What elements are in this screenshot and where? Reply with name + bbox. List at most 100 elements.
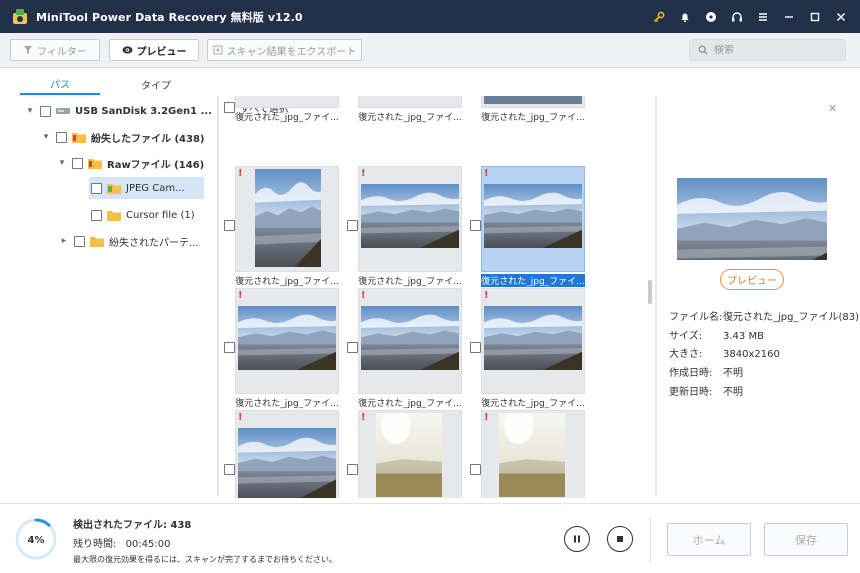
preview-panel: ✕ プレビュー ファイル名:復元された_jpg_ファイル(83) サイズ: 3.4… <box>657 96 859 498</box>
info-value: 復元された_jpg_ファイル(83) <box>723 312 860 323</box>
stop-button[interactable] <box>607 526 633 552</box>
search-box[interactable] <box>689 39 846 61</box>
file-checkbox[interactable] <box>347 342 358 353</box>
remaining-label: 残り時間: <box>73 539 117 550</box>
jpeg-folder-icon <box>107 183 121 194</box>
file-thumbnail <box>255 169 321 267</box>
file-name: 復元された_jpg_ファイ... <box>235 113 339 123</box>
maximize-icon[interactable] <box>802 0 828 33</box>
tree-label: 紛失されたパーテ... <box>109 237 199 249</box>
file-checkbox[interactable] <box>470 464 481 475</box>
info-key: サイズ: <box>669 331 703 342</box>
file-checkbox[interactable] <box>347 464 358 475</box>
file-thumbnail <box>484 96 582 104</box>
file-thumbnail <box>361 184 459 248</box>
file-name: 復元された_jpg_ファイ... <box>481 399 585 409</box>
pause-icon <box>574 535 580 543</box>
info-created: 作成日時: 不明 <box>669 364 743 379</box>
menu-icon[interactable] <box>750 0 776 33</box>
tree-checkbox[interactable] <box>72 157 83 169</box>
tree-checkbox[interactable] <box>91 182 102 194</box>
tree-checkbox[interactable] <box>91 209 102 221</box>
file-thumbnail <box>484 184 582 248</box>
chevron-down-icon[interactable]: ▾ <box>57 158 67 168</box>
tab-type[interactable]: タイプ <box>116 73 196 95</box>
tree-item-usb-drive[interactable]: ▾ USB SanDisk 3.2Gen1 ... <box>25 100 212 122</box>
tree-checkbox[interactable] <box>74 235 85 247</box>
info-value: 不明 <box>723 368 743 379</box>
grid-scrollbar[interactable] <box>648 280 652 304</box>
tree-item-jpeg-camera[interactable]: JPEG Cam... <box>89 177 204 199</box>
pause-button[interactable] <box>564 526 590 552</box>
file-checkbox[interactable] <box>224 220 235 231</box>
export-scan-button[interactable]: スキャン結果をエクスポート <box>207 39 362 61</box>
search-input[interactable] <box>714 44 834 56</box>
file-thumbnail <box>376 413 442 497</box>
close-icon[interactable] <box>828 0 854 33</box>
select-all-checkbox[interactable] <box>224 102 235 113</box>
disc-icon[interactable] <box>698 0 724 33</box>
search-icon <box>698 45 708 55</box>
tree-label: USB SanDisk 3.2Gen1 ... <box>75 105 212 117</box>
filter-icon <box>24 46 33 54</box>
tree-item-cursor-file[interactable]: Cursor file (1) <box>91 204 195 226</box>
file-thumbnail <box>238 306 336 370</box>
warning-icon: ! <box>238 290 243 301</box>
file-thumbnail <box>238 96 336 104</box>
info-value: 不明 <box>723 387 743 398</box>
folder-tree-panel: パス タイプ ▾ USB SanDisk 3.2Gen1 ... ▾ 紛失したフ… <box>10 73 217 498</box>
info-modified: 更新日時: 不明 <box>669 383 743 398</box>
file-name: 復元された_jpg_ファイ... <box>235 277 339 287</box>
minimize-icon[interactable] <box>776 0 802 33</box>
progress-ring: 4% <box>15 518 57 560</box>
bell-icon[interactable] <box>672 0 698 33</box>
warning-icon: ! <box>238 412 243 423</box>
close-preview-icon[interactable]: ✕ <box>828 102 837 115</box>
scan-note: 最大限の復元効果を得るには、スキャンが完了するまでお待ちください。 <box>73 555 337 564</box>
file-checkbox[interactable] <box>224 464 235 475</box>
key-icon[interactable] <box>646 0 672 33</box>
file-checkbox[interactable] <box>224 342 235 353</box>
tree-tabs: パス タイプ <box>20 73 204 95</box>
found-label: 検出されたファイル: <box>73 520 167 531</box>
preview-toolbar-label: プレビュー <box>136 46 187 58</box>
folder-icon <box>90 236 104 247</box>
info-key: ファイル名: <box>669 312 723 323</box>
file-checkbox[interactable] <box>470 342 481 353</box>
warning-icon: ! <box>484 412 489 423</box>
chevron-right-icon[interactable]: ▸ <box>59 236 69 246</box>
warning-icon: ! <box>484 290 489 301</box>
chevron-down-icon[interactable]: ▾ <box>41 132 51 142</box>
info-size: サイズ: 3.43 MB <box>669 327 764 342</box>
info-dimensions: 大きさ: 3840x2160 <box>669 345 780 360</box>
file-name: 復元された_jpg_ファイ... <box>481 274 585 287</box>
file-checkbox[interactable] <box>470 220 481 231</box>
file-name: 復元された_jpg_ファイ... <box>358 277 462 287</box>
preview-toolbar-button[interactable]: プレビュー <box>109 39 199 61</box>
filter-button[interactable]: フィルター <box>10 39 100 61</box>
tree-checkbox[interactable] <box>40 105 51 117</box>
divider <box>650 518 651 562</box>
warning-icon: ! <box>238 168 243 179</box>
tab-path[interactable]: パス <box>20 73 100 95</box>
warning-icon: ! <box>484 168 489 179</box>
title-bar: MiniTool Power Data Recovery 無料版 v12.0 <box>0 0 860 33</box>
headset-icon[interactable] <box>724 0 750 33</box>
progress-label: 4% <box>28 535 45 546</box>
status-bar: 4% 検出されたファイル: 438 残り時間: 00:45:00 最大限の復元効… <box>0 503 860 573</box>
preview-button[interactable]: プレビュー <box>720 269 784 290</box>
save-button[interactable]: 保存 <box>764 523 848 556</box>
info-value: 3.43 MB <box>723 331 764 342</box>
file-name: 復元された_jpg_ファイ... <box>358 113 462 123</box>
tree-item-lost-partition[interactable]: ▸ 紛失されたパーテ... <box>59 230 199 252</box>
file-name: 復元された_jpg_ファイ... <box>358 399 462 409</box>
file-name: 復元された_jpg_ファイ... <box>235 399 339 409</box>
tree-checkbox[interactable] <box>56 131 67 143</box>
home-button[interactable]: ホーム <box>667 523 751 556</box>
tree-item-raw-files[interactable]: ▾ Rawファイル (146) <box>57 152 204 174</box>
chevron-down-icon[interactable]: ▾ <box>25 106 35 116</box>
file-thumbnail <box>361 306 459 370</box>
file-checkbox[interactable] <box>347 220 358 231</box>
export-icon <box>213 45 223 55</box>
tree-item-lost-files[interactable]: ▾ 紛失したファイル (438) <box>41 126 205 148</box>
